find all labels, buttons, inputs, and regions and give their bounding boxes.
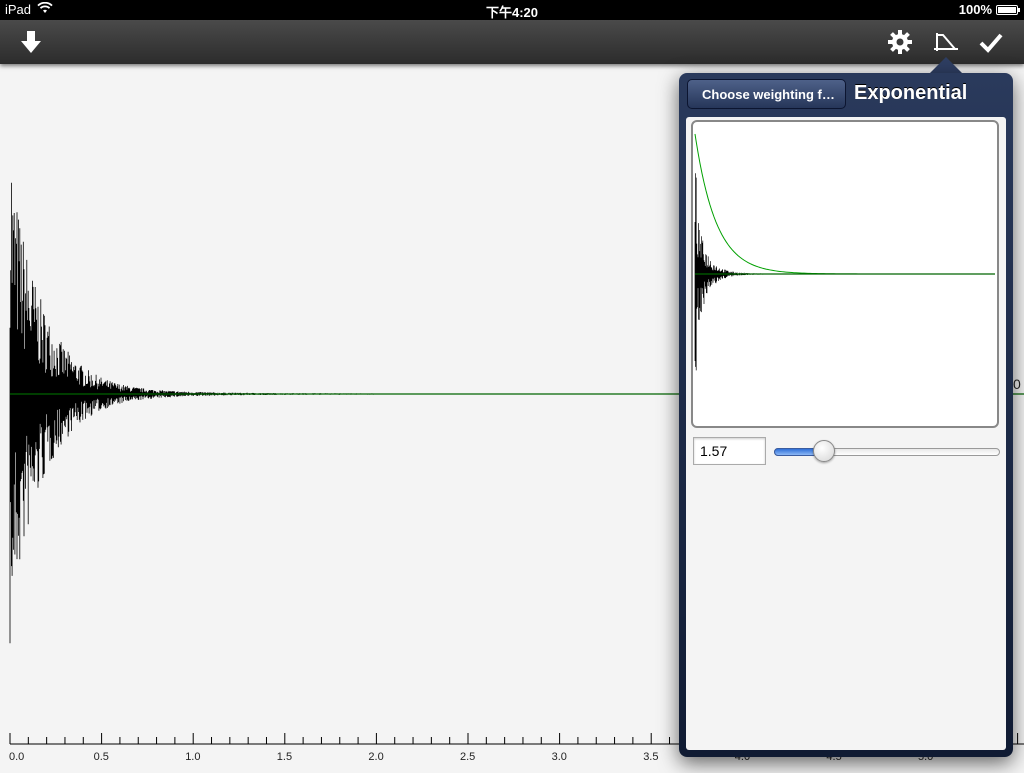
popover-arrow bbox=[929, 57, 963, 74]
weighting-slider[interactable] bbox=[774, 440, 1000, 462]
status-bar: iPad 下午4:20 100% bbox=[0, 0, 1024, 20]
preview-envelope bbox=[694, 133, 994, 275]
x-tick-label: 2.0 bbox=[368, 751, 383, 763]
battery-percent: 100% bbox=[958, 2, 992, 17]
x-tick-label: 3.5 bbox=[643, 751, 658, 763]
gear-icon[interactable] bbox=[878, 20, 922, 64]
weighting-preview bbox=[691, 120, 999, 428]
waveform-trace bbox=[9, 182, 490, 644]
back-button[interactable]: Choose weighting fun... bbox=[687, 79, 846, 109]
x-tick-label: 3.0 bbox=[552, 751, 567, 763]
x-tick-label: 0.5 bbox=[94, 751, 109, 763]
popover-title: Exponential bbox=[854, 82, 968, 104]
preview-waveform-trace bbox=[694, 173, 816, 371]
battery-icon bbox=[996, 4, 1020, 15]
x-tick-label: 0.0 bbox=[9, 751, 24, 763]
clock: 下午4:20 bbox=[485, 5, 539, 20]
waveform-series bbox=[9, 182, 490, 644]
weighting-popover: Choose weighting fun... Exponential bbox=[679, 73, 1013, 757]
x-tick-label: 2.5 bbox=[460, 751, 475, 763]
x-tick-label: 1.5 bbox=[277, 751, 292, 763]
slider-thumb[interactable] bbox=[812, 440, 835, 462]
download-arrow-icon[interactable] bbox=[9, 20, 53, 64]
edge-axis-label: 0 bbox=[1013, 376, 1021, 392]
preview-waveform bbox=[694, 173, 816, 371]
toolbar bbox=[0, 20, 1024, 64]
checkmark-icon[interactable] bbox=[969, 20, 1013, 64]
popover-header: Choose weighting fun... Exponential bbox=[679, 73, 1013, 117]
popover-content bbox=[686, 117, 1006, 750]
weighting-value-input[interactable] bbox=[693, 437, 766, 465]
x-tick-label: 1.0 bbox=[185, 751, 200, 763]
